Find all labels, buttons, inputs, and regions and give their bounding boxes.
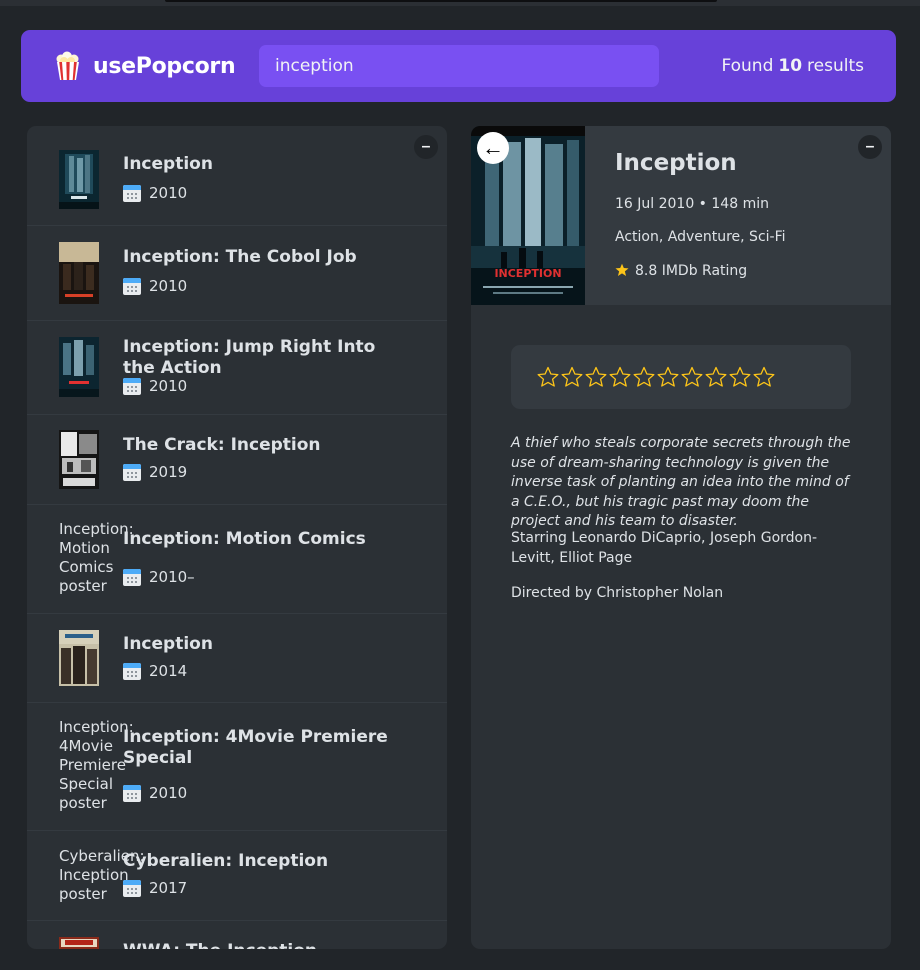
movie-list-item[interactable]: The Crack: Inception 2019 [27,415,447,505]
back-button[interactable]: ← [477,132,509,164]
movie-list-item[interactable]: WWA: The Inception [27,921,447,949]
rating-star-icon[interactable] [536,365,560,389]
details-genre: Action, Adventure, Sci-Fi [615,229,786,245]
logo-text: usePopcorn [93,53,236,79]
movie-year: 2017 [123,879,187,897]
movie-year: 2010 [123,377,187,395]
movie-title: Inception: Motion Comics [123,529,366,549]
movie-title: Inception: The Cobol Job [123,247,357,267]
calendar-icon [123,879,141,897]
movie-year-text: 2014 [149,662,188,680]
movie-year-text: 2010 [149,784,188,802]
results-count: Found 10 results [721,30,864,102]
calendar-icon [123,377,141,395]
details-header: INCEPTION ← Inception 16 Jul 2010 • 148 … [471,126,891,305]
results-prefix: Found [721,56,774,76]
popcorn-icon [56,51,79,80]
details-title: Inception [615,150,737,176]
movie-poster [59,937,99,949]
movie-year-text: 2010 [149,184,188,202]
movie-poster [59,630,99,686]
movie-title: Inception [123,154,213,174]
movie-poster [59,242,99,304]
search-input[interactable] [259,45,659,87]
list-collapse-button[interactable]: – [414,135,438,159]
movie-year-text: 2019 [149,463,188,481]
star-rating [536,365,776,389]
movie-year: 2010 [123,184,187,202]
calendar-icon [123,184,141,202]
calendar-icon [123,568,141,586]
poster-title-text: INCEPTION [494,267,561,280]
movie-year: 2019 [123,463,187,481]
movie-title: WWA: The Inception [123,941,407,949]
movie-list-item[interactable]: Inception: The Cobol Job 2010 [27,226,447,321]
movie-details-box: – INCEPTION ← Inception 16 Jul 2010 • 14… [471,126,891,949]
user-rating-box [511,345,851,409]
movie-title: Cyberalien: Inception [123,851,329,871]
details-starring: Starring Leonardo DiCaprio, Joseph Gordo… [511,530,818,566]
movie-title: The Crack: Inception [123,435,321,455]
rating-star-icon[interactable] [632,365,656,389]
movie-list-item[interactable]: Inception: 4Movie Premiere Special poste… [27,703,447,831]
details-imdb-rating: 8.8 IMDb Rating [615,263,747,279]
movie-year-text: 2010 [149,377,188,395]
calendar-icon [123,662,141,680]
calendar-icon [123,277,141,295]
star-icon [615,263,629,276]
details-collapse-button[interactable]: – [858,135,882,159]
rating-star-icon[interactable] [728,365,752,389]
movie-title: Inception: Jump Right Into the Action [123,337,376,378]
details-release-runtime: 16 Jul 2010 • 148 min [615,196,769,212]
nav-bar: usePopcorn Found 10 results [21,30,896,102]
rating-star-icon[interactable] [584,365,608,389]
movie-year: 2014 [123,662,187,680]
details-director: Directed by Christopher Nolan [511,585,724,601]
rating-star-icon[interactable] [560,365,584,389]
results-number: 10 [778,56,803,76]
movie-year: 2010– [123,568,195,586]
movie-poster [59,337,99,397]
movie-list-box: – Inception 2010 Inception: The Cobol Jo… [27,126,447,949]
calendar-icon [123,463,141,481]
rating-star-icon[interactable] [704,365,728,389]
window-top-strip [0,0,920,6]
logo: usePopcorn [53,30,236,102]
movie-year: 2010 [123,277,187,295]
movie-poster [59,150,99,209]
movie-year-text: 2010 [149,277,188,295]
calendar-icon [123,784,141,802]
movie-list-item[interactable]: Inception: Motion Comics poster Inceptio… [27,505,447,614]
movie-poster [59,430,99,489]
movie-list-item[interactable]: Inception: Jump Right Into the Action 20… [27,321,447,415]
rating-star-icon[interactable] [608,365,632,389]
movie-year: 2010 [123,784,187,802]
movie-list-item[interactable]: Inception 2010 [27,126,447,226]
movie-list: Inception 2010 Inception: The Cobol Job … [27,126,447,949]
rating-star-icon[interactable] [752,365,776,389]
rating-star-icon[interactable] [656,365,680,389]
movie-year-text: 2017 [149,879,188,897]
rating-star-icon[interactable] [680,365,704,389]
window-tab-bar [165,0,717,2]
movie-title: Inception [123,634,213,654]
movie-list-item[interactable]: Inception 2014 [27,614,447,703]
movie-list-item[interactable]: Cyberalien: Inception poster Cyberalien:… [27,831,447,921]
arrow-left-icon: ← [482,135,504,160]
movie-title: Inception: 4Movie Premiere Special [123,727,388,768]
details-imdb-rating-text: 8.8 IMDb Rating [635,263,748,279]
movie-year-text: 2010– [149,568,195,586]
results-suffix: results [807,56,864,76]
details-plot: A thief who steals corporate secrets thr… [511,435,851,529]
